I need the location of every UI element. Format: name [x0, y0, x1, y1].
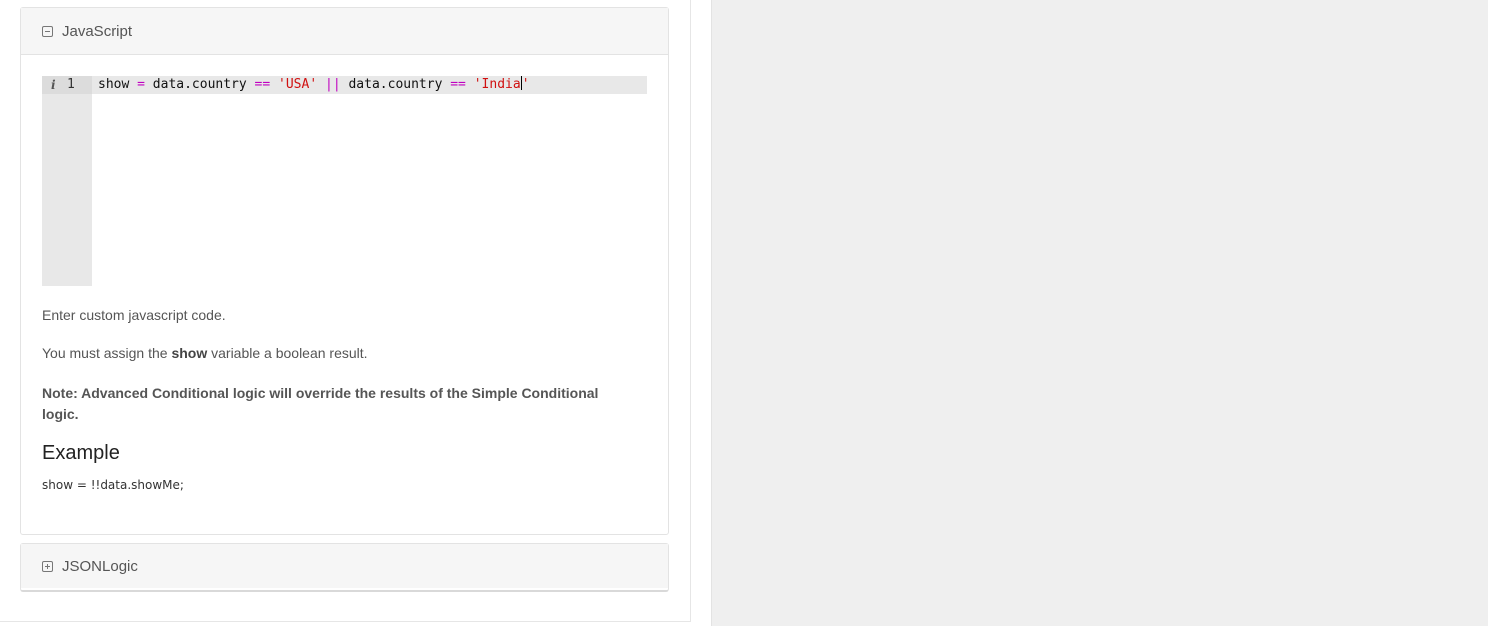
form-settings-pane: JavaScript i 1 show = data.country == 'U… — [0, 0, 691, 622]
code-editor[interactable]: i 1 show = data.country == 'USA' || data… — [42, 76, 647, 286]
preview-pane — [711, 0, 1488, 626]
token-assign: = — [137, 77, 145, 92]
token-or: || — [317, 77, 341, 92]
help-text-part: variable a boolean result. — [207, 345, 368, 361]
example-code: show = !!data.showMe; — [42, 478, 184, 492]
token-string-usa: 'USA' — [270, 77, 318, 92]
gutter-active-line: i 1 — [42, 76, 92, 94]
help-text-assign-show: You must assign the show variable a bool… — [42, 345, 642, 361]
info-icon: i — [51, 78, 56, 92]
help-text-show-keyword: show — [171, 345, 208, 361]
editor-gutter: i 1 — [42, 76, 92, 286]
token-data-country-1: data.country — [144, 77, 255, 92]
jsonlogic-panel-title: JSONLogic — [62, 557, 138, 575]
javascript-panel: JavaScript i 1 show = data.country == 'U… — [20, 7, 669, 535]
token-string-quote-end: ' — [521, 77, 530, 92]
javascript-panel-header[interactable]: JavaScript — [21, 8, 668, 55]
example-heading: Example — [42, 442, 120, 464]
minus-square-icon[interactable] — [42, 25, 53, 37]
token-data-country-2: data.country — [340, 77, 451, 92]
help-text-custom-js: Enter custom javascript code. — [42, 307, 226, 323]
help-text-part: You must assign the — [42, 345, 172, 361]
token-string-india: 'India — [465, 77, 521, 92]
token-equals-1: == — [254, 77, 271, 92]
token-equals-2: == — [450, 77, 466, 92]
jsonlogic-panel-header[interactable]: JSONLogic — [21, 544, 668, 588]
token-show: show — [98, 77, 138, 92]
plus-square-icon[interactable] — [42, 560, 53, 572]
jsonlogic-panel: JSONLogic — [20, 543, 669, 592]
line-number: 1 — [67, 77, 75, 92]
code-line[interactable]: show = data.country == 'USA' || data.cou… — [92, 76, 647, 94]
javascript-panel-title: JavaScript — [62, 22, 133, 40]
override-note: Note: Advanced Conditional logic will ov… — [42, 385, 599, 422]
